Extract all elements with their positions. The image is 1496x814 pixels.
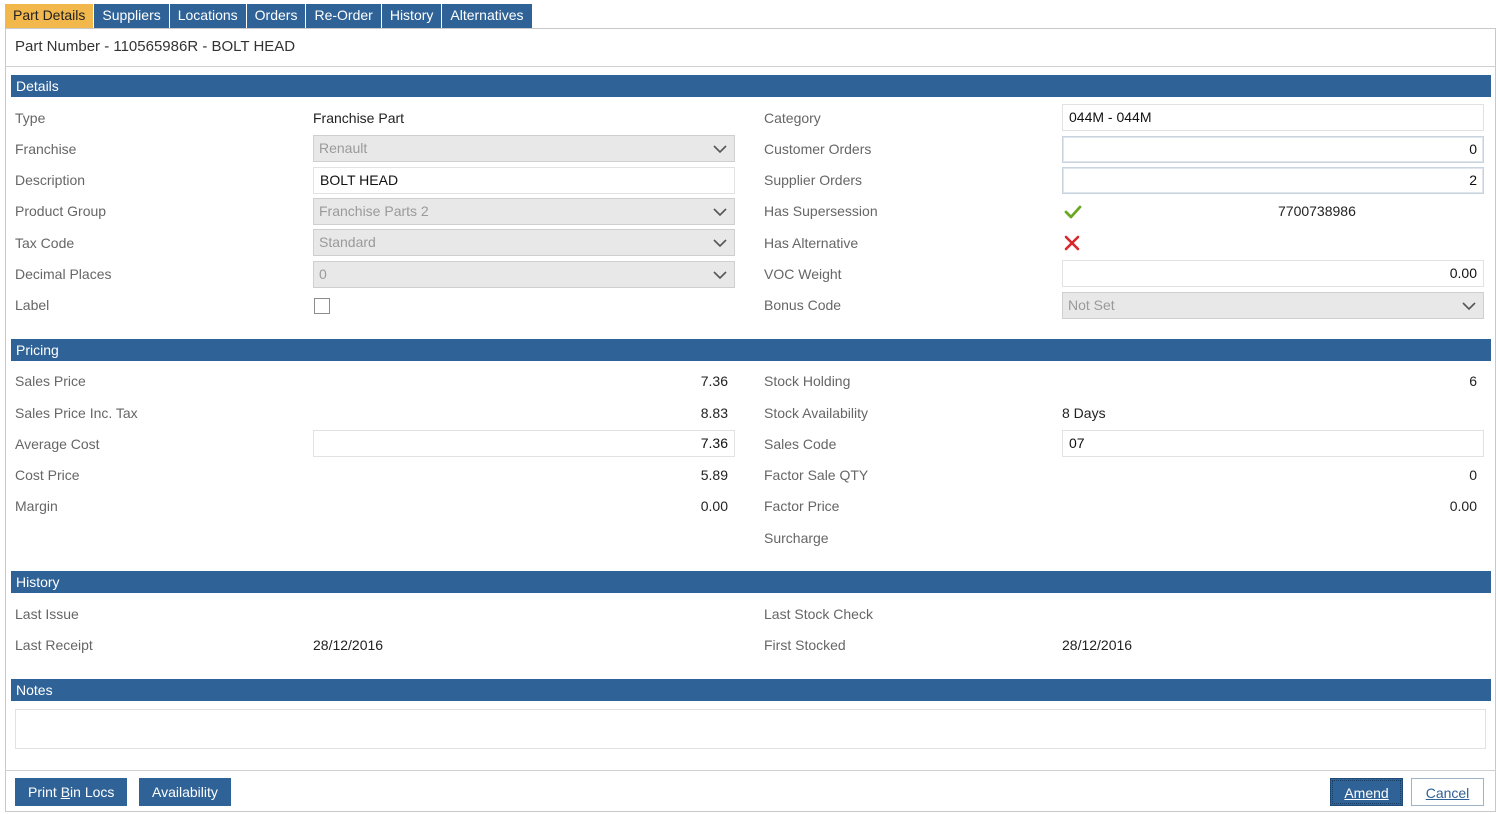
stock-availability-value: 8 Days [1062,405,1106,421]
category-input[interactable]: 044M - 044M [1062,104,1484,131]
sales-price-inc-tax-value: 8.83 [700,405,728,421]
tab-bar: Part Details Suppliers Locations Orders … [5,4,533,28]
tab-suppliers[interactable]: Suppliers [94,4,170,28]
title-divider [6,66,1495,67]
tab-orders[interactable]: Orders [246,4,307,28]
has-alternative-label: Has Alternative [764,235,859,251]
tax-code-select-value: Standard [319,234,376,250]
chevron-down-icon [713,145,727,154]
first-stocked-label: First Stocked [764,637,846,653]
stock-holding-label: Stock Holding [764,373,851,389]
factor-sale-qty-label: Factor Sale QTY [764,467,869,483]
last-receipt-value: 28/12/2016 [313,637,384,653]
category-label: Category [764,110,821,126]
supplier-orders-input[interactable]: 2 [1062,167,1484,194]
average-cost-label: Average Cost [15,436,100,452]
tab-alternatives[interactable]: Alternatives [442,4,533,28]
section-header-history: History [11,571,1491,593]
sales-price-value: 7.36 [700,373,728,389]
chevron-down-icon [713,208,727,217]
voc-weight-label: VOC Weight [764,266,842,282]
product-group-select-value: Franchise Parts 2 [319,203,429,219]
last-issue-label: Last Issue [15,606,79,622]
cancel-key: C [1425,785,1436,801]
franchise-select-value: Renault [319,140,368,156]
cost-price-label: Cost Price [15,467,80,483]
page-title: Part Number - 110565986R - BOLT HEAD [15,38,296,55]
print-bin-locs-key: B [60,784,71,800]
decimal-places-select-value: 0 [319,266,327,282]
notes-textarea[interactable] [15,709,1486,749]
amend-button[interactable]: Amend [1330,778,1403,806]
stock-holding-value: 6 [1469,373,1477,389]
tab-part-details[interactable]: Part Details [5,4,95,28]
amend-suffix: mend [1353,785,1389,801]
stock-availability-label: Stock Availability [764,405,869,421]
last-stock-check-label: Last Stock Check [764,606,873,622]
cross-icon [1064,235,1080,251]
decimal-places-label: Decimal Places [15,266,112,282]
chevron-down-icon [713,239,727,248]
supplier-orders-label: Supplier Orders [764,172,863,188]
tab-locations[interactable]: Locations [169,4,247,28]
bonus-code-label: Bonus Code [764,297,842,313]
section-header-pricing: Pricing [11,339,1491,361]
has-supersession-label: Has Supersession [764,203,878,219]
label-checkbox[interactable] [314,298,330,314]
availability-button[interactable]: Availability [139,778,231,806]
tax-code-select[interactable]: Standard [313,229,735,256]
factor-price-label: Factor Price [764,498,840,514]
factor-price-value: 0.00 [1449,498,1477,514]
type-label: Type [15,110,46,126]
product-group-select[interactable]: Franchise Parts 2 [313,198,735,225]
first-stocked-value: 28/12/2016 [1062,637,1133,653]
margin-label: Margin [15,498,58,514]
check-icon [1064,205,1082,219]
tab-re-order[interactable]: Re-Order [306,4,382,28]
bonus-code-select[interactable]: Not Set [1062,292,1484,319]
tax-code-label: Tax Code [15,235,75,251]
chevron-down-icon [713,271,727,280]
sales-price-label: Sales Price [15,373,86,389]
footer-divider [6,770,1495,771]
chevron-down-icon [1462,302,1476,311]
section-header-notes: Notes [11,679,1491,701]
franchise-select[interactable]: Renault [313,135,735,162]
print-bin-locs-button[interactable]: Print Bin Locs [15,778,128,806]
tab-history[interactable]: History [381,4,443,28]
sales-price-inc-tax-label: Sales Price Inc. Tax [15,405,138,421]
customer-orders-input[interactable]: 0 [1062,136,1484,163]
franchise-label: Franchise [15,141,77,157]
amend-key: A [1344,785,1354,801]
description-label: Description [15,172,86,188]
supersession-number[interactable]: 7700738986 [1278,203,1356,219]
part-details-panel: Part Number - 110565986R - BOLT HEAD Det… [5,28,1496,812]
type-value: Franchise Part [313,110,405,126]
print-bin-locs-suffix: in Locs [70,784,115,800]
section-header-details: Details [11,75,1491,97]
sales-code-input[interactable]: 07 [1062,430,1484,457]
description-input[interactable]: BOLT HEAD [313,167,735,194]
customer-orders-label: Customer Orders [764,141,872,157]
amend-button-label: Amend [1344,785,1388,801]
cancel-button[interactable]: Cancel [1411,778,1484,806]
product-group-label: Product Group [15,203,107,219]
sales-code-label: Sales Code [764,436,837,452]
margin-value: 0.00 [700,498,728,514]
print-bin-locs-prefix: Print [28,784,61,800]
decimal-places-select[interactable]: 0 [313,261,735,288]
voc-weight-input[interactable]: 0.00 [1062,260,1484,287]
cancel-suffix: ancel [1435,785,1470,801]
label-label: Label [15,297,50,313]
last-receipt-label: Last Receipt [15,637,93,653]
factor-sale-qty-value: 0 [1469,467,1477,483]
surcharge-label: Surcharge [764,530,829,546]
cancel-button-label: Cancel [1426,785,1470,801]
bonus-code-select-value: Not Set [1068,297,1115,313]
cost-price-value: 5.89 [700,467,728,483]
average-cost-input[interactable]: 7.36 [313,430,735,457]
